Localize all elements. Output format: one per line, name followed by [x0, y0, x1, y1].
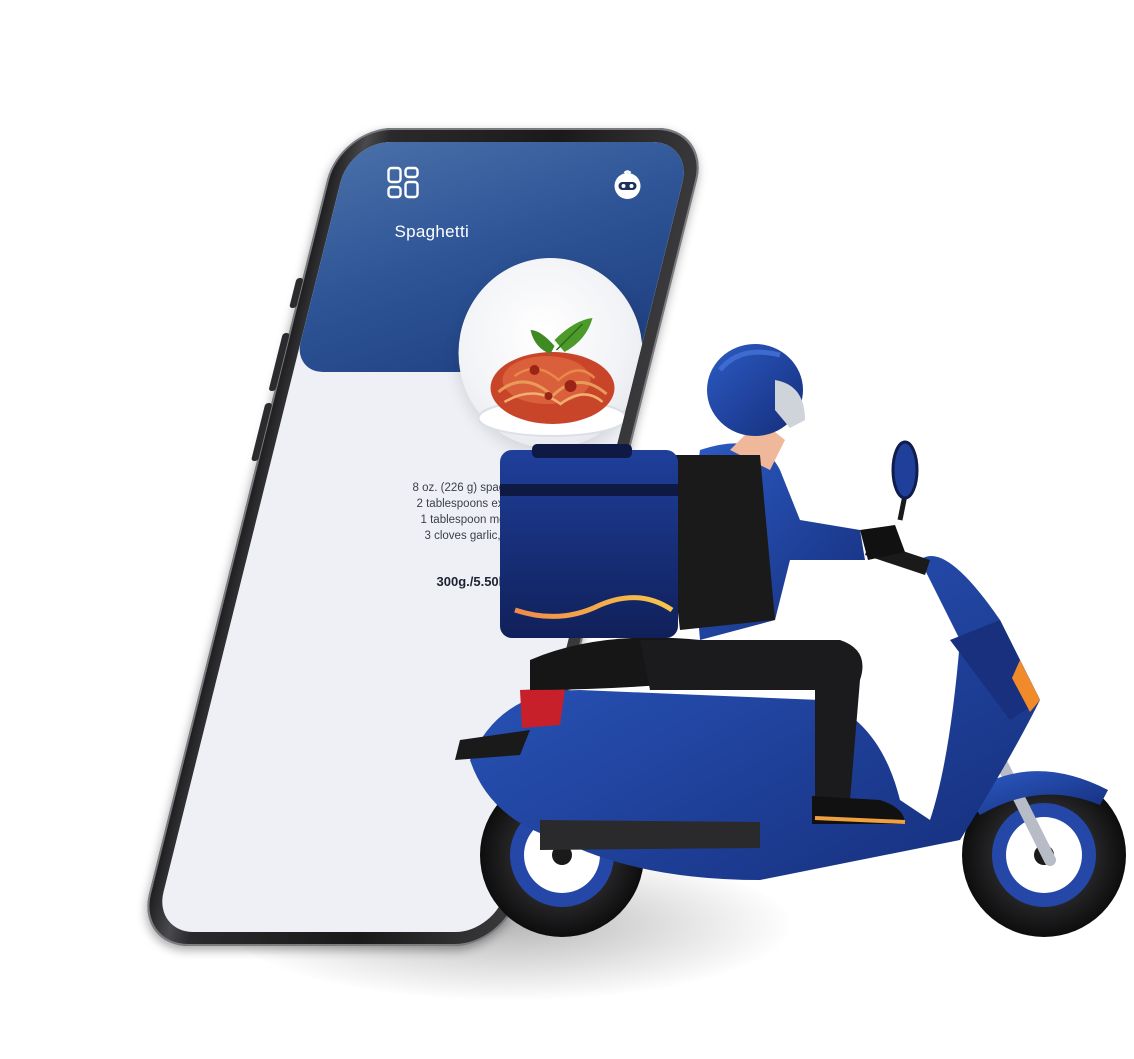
rider-helmet — [707, 344, 805, 436]
delivery-rider-illustration — [455, 344, 1126, 937]
tail-light — [520, 688, 565, 728]
mirror — [891, 440, 919, 500]
footboard — [540, 820, 760, 850]
delivery-bag — [500, 444, 775, 638]
